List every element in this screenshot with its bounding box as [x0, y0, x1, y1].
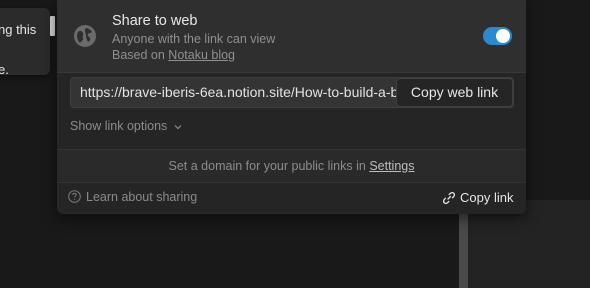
help-circle-icon — [68, 190, 81, 203]
background-popover-text-1: ng this — [0, 22, 37, 37]
domain-settings-row: Set a domain for your public links in Se… — [57, 149, 526, 183]
background-scrollbar[interactable] — [459, 214, 468, 288]
copy-link-label: Copy link — [460, 190, 514, 205]
share-to-web-toggle[interactable] — [483, 27, 512, 45]
share-popover: Share to web Anyone with the link can vi… — [57, 0, 526, 214]
share-based-prefix: Based on — [112, 48, 169, 62]
background-popover-text-2: e. — [0, 62, 9, 75]
copy-web-link-button[interactable]: Copy web link — [396, 78, 513, 107]
learn-about-sharing-link[interactable]: Learn about sharing — [68, 190, 197, 204]
settings-link[interactable]: Settings — [369, 159, 414, 173]
notaku-blog-link[interactable]: Notaku blog — [168, 48, 235, 62]
share-title: Share to web — [112, 13, 198, 29]
background-popover: ng this e. — [0, 8, 50, 75]
learn-about-sharing-label: Learn about sharing — [86, 190, 198, 204]
link-icon — [442, 191, 456, 205]
show-link-options-button[interactable]: Show link options — [70, 119, 183, 133]
share-based-on: Based on Notaku blog — [112, 48, 235, 62]
show-link-options-label: Show link options — [70, 119, 168, 133]
share-to-web-header: Share to web Anyone with the link can vi… — [57, 0, 526, 73]
chevron-down-icon — [174, 124, 182, 130]
background-popover-scrollbar[interactable] — [50, 16, 55, 36]
share-subtitle: Anyone with the link can view — [112, 32, 276, 46]
domain-text: Set a domain for your public links in — [168, 159, 370, 173]
toggle-knob — [496, 29, 510, 43]
copy-link-button[interactable]: Copy link — [442, 190, 513, 205]
globe-icon — [74, 25, 96, 47]
